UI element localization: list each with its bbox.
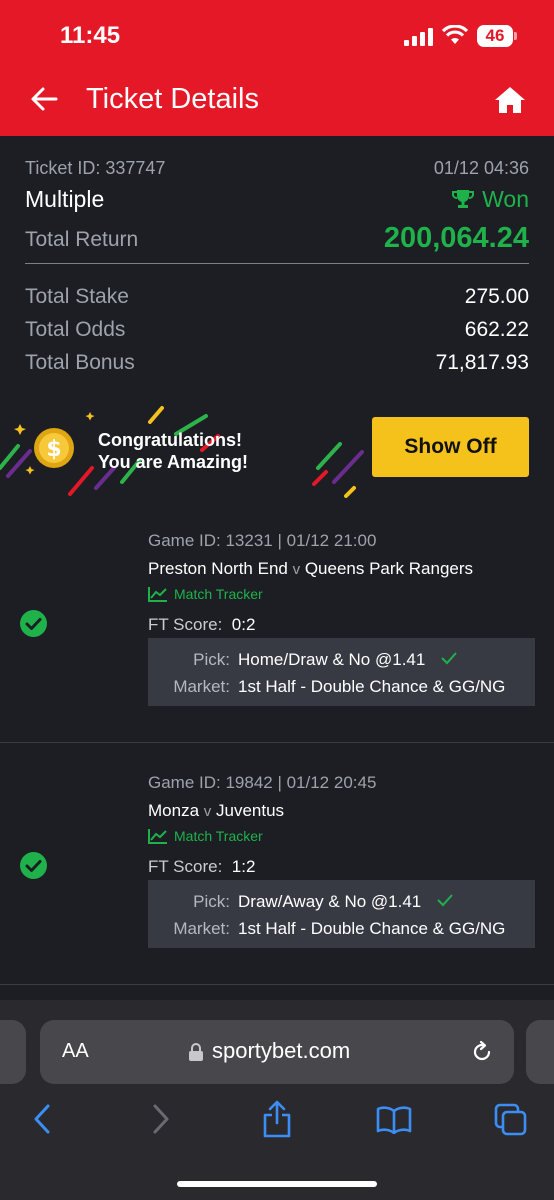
pick-box: Pick: Home/Draw & No @1.41 Market: 1st Hal… xyxy=(148,638,535,706)
ft-score: FT Score: 1:2 xyxy=(148,857,255,877)
match-tracker-link[interactable]: Match Tracker xyxy=(148,828,263,844)
share-icon[interactable] xyxy=(262,1100,292,1138)
congrats-line2: You are Amazing! xyxy=(98,452,249,472)
divider xyxy=(0,984,554,985)
won-label: Won xyxy=(482,186,529,212)
market-label: Market: xyxy=(173,677,230,696)
won-status: Won xyxy=(452,186,529,213)
show-off-button[interactable]: Show Off xyxy=(372,417,529,477)
pick-label: Pick: xyxy=(193,650,230,669)
cellular-signal-icon xyxy=(404,28,433,46)
app-header: Ticket Details xyxy=(0,62,554,136)
total-odds-value: 662.22 xyxy=(464,318,529,341)
url-text[interactable]: sportybet.com xyxy=(212,1038,350,1064)
browser-toolbar: AA sportybet.com xyxy=(0,1000,554,1200)
ticket-type: Multiple xyxy=(25,186,105,212)
trophy-icon xyxy=(452,190,475,208)
back-arrow-icon[interactable] xyxy=(30,86,58,112)
ticket-type-row: Multiple Won xyxy=(25,186,529,213)
ft-score-label: FT Score: xyxy=(148,615,223,634)
pick-value: Home/Draw & No @1.41 xyxy=(238,650,426,669)
ft-score-value: 0:2 xyxy=(231,615,256,634)
home-team: Monza xyxy=(148,801,200,820)
total-stake-value: 275.00 xyxy=(464,285,529,308)
match-tracker-link[interactable]: Match Tracker xyxy=(148,586,263,602)
total-bonus-value: 71,817.93 xyxy=(435,351,529,374)
status-bar: 11:45 46 xyxy=(0,0,554,62)
total-return-row: Total Return 200,064.24 xyxy=(25,222,529,260)
lock-icon xyxy=(189,1043,203,1061)
pick-row: Pick: Draw/Away & No @1.41 xyxy=(156,892,454,912)
divider xyxy=(0,742,554,743)
game-card[interactable]: Game ID: 13231 | 01/12 21:00 Preston Nor… xyxy=(0,520,554,742)
divider xyxy=(25,263,529,264)
congrats-line1: Congratulations! xyxy=(98,430,242,450)
coin-icon: $ xyxy=(34,428,74,468)
game-teams: Monza v Juventus xyxy=(148,801,284,821)
ticket-id-row: Ticket ID: 337747 01/12 04:36 xyxy=(25,158,529,179)
home-icon[interactable] xyxy=(494,86,526,114)
congrats-banner: $ Congratulations! You are Amazing! Show… xyxy=(0,396,554,506)
previous-tab-preview[interactable] xyxy=(0,1020,26,1084)
market-value: 1st Half - Double Chance & GG/NG xyxy=(238,919,506,938)
check-mark-icon xyxy=(437,894,453,907)
total-return-label: Total Return xyxy=(25,228,139,251)
match-tracker-label: Match Tracker xyxy=(174,586,263,602)
address-bar[interactable]: AA sportybet.com xyxy=(40,1020,514,1084)
total-stake-label: Total Stake xyxy=(25,285,129,308)
home-team: Preston North End xyxy=(148,559,288,578)
total-return-value: 200,064.24 xyxy=(383,222,529,254)
total-bonus-label: Total Bonus xyxy=(25,351,135,374)
ft-score: FT Score: 0:2 xyxy=(148,615,255,635)
chart-icon xyxy=(148,587,167,602)
battery-nub xyxy=(514,32,517,40)
pick-row: Pick: Home/Draw & No @1.41 xyxy=(156,650,458,670)
reader-options-button[interactable]: AA xyxy=(62,1040,89,1063)
market-value: 1st Half - Double Chance & GG/NG xyxy=(238,677,506,696)
match-tracker-label: Match Tracker xyxy=(174,828,263,844)
total-odds-row: Total Odds 662.22 xyxy=(25,318,529,342)
page-title: Ticket Details xyxy=(86,83,259,115)
tabs-icon[interactable] xyxy=(494,1103,528,1137)
home-indicator xyxy=(177,1181,377,1187)
ft-score-label: FT Score: xyxy=(148,857,223,876)
game-meta: Game ID: 13231 | 01/12 21:00 xyxy=(148,531,377,550)
total-bonus-row: Total Bonus 71,817.93 xyxy=(25,351,529,375)
game-card[interactable]: Game ID: 19842 | 01/12 20:45 Monza v Juv… xyxy=(0,762,554,984)
back-icon[interactable] xyxy=(32,1104,52,1134)
pick-value: Draw/Away & No @1.41 xyxy=(238,892,422,911)
market-row: Market: 1st Half - Double Chance & GG/NG xyxy=(156,919,505,939)
versus: v xyxy=(292,561,301,578)
wifi-icon xyxy=(441,25,469,44)
next-tab-preview[interactable] xyxy=(526,1020,554,1084)
pick-label: Pick: xyxy=(193,892,230,911)
congrats-text: Congratulations! You are Amazing! xyxy=(98,429,248,473)
won-check-icon xyxy=(20,610,47,637)
ticket-datetime: 01/12 04:36 xyxy=(433,158,529,178)
battery-icon: 46 xyxy=(477,25,513,47)
market-label: Market: xyxy=(173,919,230,938)
won-check-icon xyxy=(20,852,47,879)
forward-icon[interactable] xyxy=(151,1104,171,1134)
reload-icon[interactable] xyxy=(470,1040,494,1064)
ft-score-value: 1:2 xyxy=(231,857,256,876)
pick-box: Pick: Draw/Away & No @1.41 Market: 1st Hal… xyxy=(148,880,535,948)
svg-text:$: $ xyxy=(46,437,61,462)
away-team: Juventus xyxy=(216,801,285,820)
away-team: Queens Park Rangers xyxy=(304,559,474,578)
total-odds-label: Total Odds xyxy=(25,318,126,341)
game-teams: Preston North End v Queens Park Rangers xyxy=(148,559,473,579)
total-stake-row: Total Stake 275.00 xyxy=(25,285,529,309)
chart-icon xyxy=(148,829,167,844)
versus: v xyxy=(203,803,212,820)
ticket-id: Ticket ID: 337747 xyxy=(25,158,166,178)
market-row: Market: 1st Half - Double Chance & GG/NG xyxy=(156,677,505,697)
check-mark-icon xyxy=(441,652,457,665)
clock: 11:45 xyxy=(60,22,121,49)
bookmarks-icon[interactable] xyxy=(376,1106,412,1134)
game-meta: Game ID: 19842 | 01/12 20:45 xyxy=(148,773,377,792)
